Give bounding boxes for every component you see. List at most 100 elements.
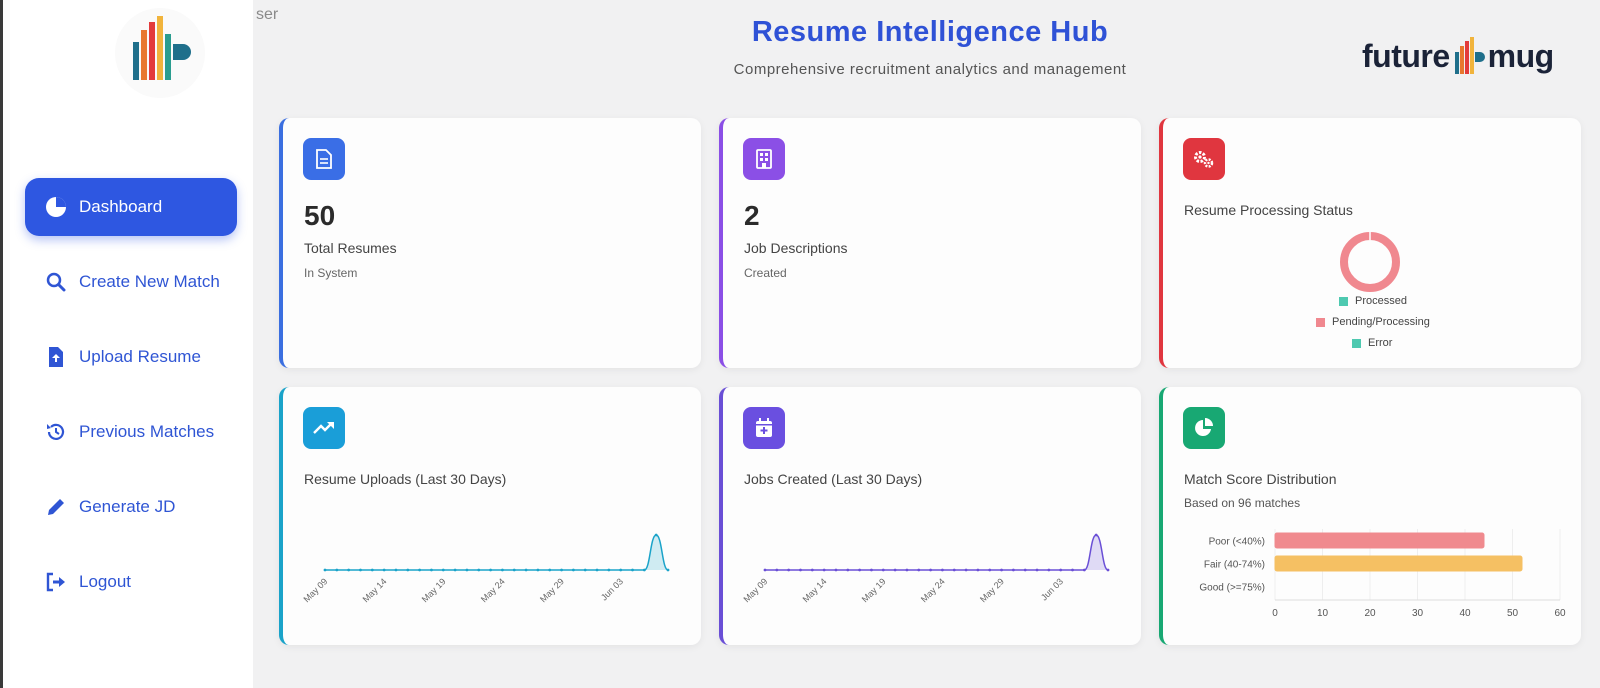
match-score-sub: Based on 96 matches	[1184, 496, 1301, 510]
uploads-point	[347, 568, 351, 572]
uploads-point	[382, 568, 386, 572]
jobs-point	[964, 568, 968, 572]
legend-label: Pending/Processing	[1332, 316, 1430, 328]
uploads-point	[619, 568, 623, 572]
sidebar-item-create-new-match[interactable]: Create New Match	[25, 253, 237, 311]
jobs-point	[905, 568, 909, 572]
page-title: Resume Intelligence Hub	[751, 16, 1109, 48]
sidebar-item-upload-resume[interactable]: Upload Resume	[25, 328, 237, 386]
jobs-point	[870, 568, 873, 572]
uploads-point	[631, 568, 634, 572]
processing-status-card: Resume Processing Status Processed Pendi…	[1159, 118, 1581, 368]
sidebar-item-label: Dashboard	[79, 197, 163, 216]
score-tick-label: 20	[1364, 608, 1376, 619]
score-tick-label: 0	[1272, 608, 1278, 619]
uploads-tick-label: May 29	[538, 576, 566, 604]
jobs-point	[1011, 568, 1015, 572]
sidebar-item-dashboard[interactable]: Dashboard	[25, 178, 237, 236]
sidebar-item-label: Upload Resume	[79, 347, 201, 366]
uploads-tick-label: May 09	[301, 576, 329, 604]
uploads-point	[359, 568, 362, 572]
jobs-tick-label: Jun 03	[1039, 576, 1065, 602]
pie-chart-icon	[1183, 407, 1225, 449]
uploads-point	[453, 568, 457, 572]
uploads-point	[441, 568, 445, 572]
total-resumes-sub: In System	[304, 266, 358, 280]
score-tick-label: 60	[1554, 608, 1566, 619]
score-tick-label: 30	[1412, 608, 1424, 619]
resume-uploads-chart: May 09 May 14 May 19 May 24 May 29 Jun 03	[301, 533, 670, 604]
legend-processed: Processed	[1339, 295, 1407, 307]
document-icon	[303, 138, 345, 180]
legend-swatch-pending	[1316, 317, 1325, 327]
score-bar	[1274, 555, 1523, 572]
jobs-point	[881, 568, 885, 572]
calendar-plus-icon	[743, 407, 785, 449]
uploads-point	[571, 568, 575, 572]
uploads-point	[524, 568, 528, 572]
sidebar-item-generate-jd[interactable]: Generate JD	[25, 478, 237, 536]
sidebar-item-previous-matches[interactable]: Previous Matches	[25, 403, 237, 461]
uploads-point	[394, 568, 398, 572]
match-score-bar-chart: 0 10 20 30 40 50 60 Poor (<40%) Fair (40-74%) Goo…	[1199, 529, 1566, 619]
legend-swatch-processed	[1339, 296, 1348, 306]
sidebar-item-logout[interactable]: Logout	[25, 553, 237, 611]
trend-up-icon	[303, 407, 345, 449]
donut-slice-pending-processing	[1340, 232, 1400, 292]
score-tick-label: 40	[1459, 608, 1471, 619]
uploads-point	[465, 568, 469, 572]
score-bar	[1274, 532, 1485, 549]
jobs-point	[941, 568, 944, 572]
uploads-point	[430, 568, 433, 572]
uploads-point	[406, 568, 410, 572]
jobs-point	[787, 568, 791, 572]
brand-text-left: future	[1362, 37, 1450, 74]
jobs-point	[1094, 533, 1098, 537]
jobs-point	[775, 568, 779, 572]
brand-mark-icon	[1454, 37, 1485, 74]
jobs-point	[1106, 568, 1110, 572]
job-descriptions-card: 2 Job Descriptions Created	[719, 118, 1141, 368]
jobs-point	[893, 568, 897, 572]
jobs-point	[858, 568, 862, 572]
uploads-point	[536, 568, 540, 572]
sidebar-nav: Dashboard Create New Match Upload Resume…	[25, 178, 237, 628]
processing-status-title: Resume Processing Status	[1184, 202, 1353, 218]
brand-text-right: mug	[1487, 37, 1555, 74]
total-resumes-label: Total Resumes	[304, 240, 397, 256]
uploads-point	[642, 568, 646, 572]
brand-logo: future mug	[1362, 36, 1554, 76]
page-subtitle: Comprehensive recruitment analytics and …	[733, 61, 1127, 78]
jobs-tick-label: May 09	[741, 576, 769, 604]
total-resumes-value: 50	[304, 200, 336, 231]
uploads-point	[548, 568, 552, 572]
legend-label: Processed	[1355, 295, 1407, 307]
match-score-card: Match Score Distribution Based on 96 mat…	[1159, 387, 1581, 645]
jobs-point	[1082, 568, 1086, 572]
uploads-point	[370, 568, 374, 572]
jobs-point	[1071, 568, 1074, 572]
building-icon	[743, 138, 785, 180]
uploads-tick-label: May 24	[479, 576, 507, 604]
sidebar-item-label: Create New Match	[79, 272, 220, 291]
logout-icon	[45, 571, 67, 593]
uploads-point	[583, 568, 587, 572]
jobs-point	[988, 568, 992, 572]
job-descriptions-label: Job Descriptions	[744, 240, 848, 256]
jobs-tick-label: May 29	[978, 576, 1006, 604]
score-tick-label: 10	[1317, 608, 1329, 619]
uploads-point	[501, 568, 504, 572]
legend-swatch-error	[1352, 338, 1361, 348]
jobs-point	[799, 568, 802, 572]
pie-chart-icon	[45, 196, 67, 218]
uploads-tick-label: May 14	[361, 576, 389, 604]
jobs-point	[846, 568, 850, 572]
legend-label: Error	[1368, 337, 1393, 349]
uploads-point	[654, 533, 658, 537]
uploads-area	[325, 535, 668, 570]
sidebar-item-label: Logout	[79, 572, 131, 591]
gears-icon	[1183, 138, 1225, 180]
uploads-tick-label: May 19	[420, 576, 448, 604]
jobs-point	[917, 568, 921, 572]
jobs-point	[763, 568, 767, 572]
